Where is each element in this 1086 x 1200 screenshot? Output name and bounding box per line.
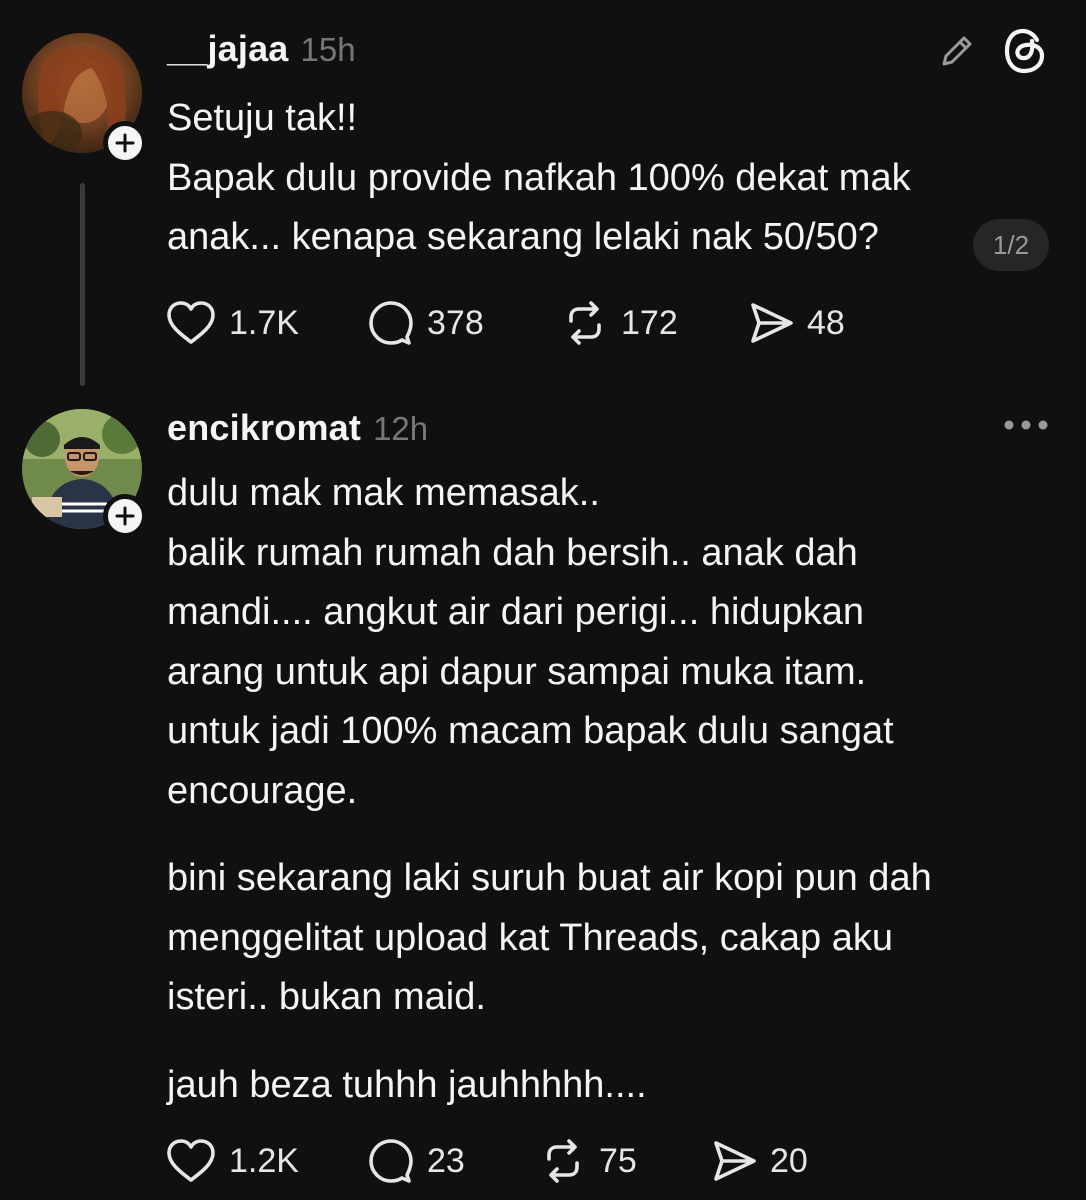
username[interactable]: __jajaa xyxy=(167,28,289,70)
post-line: encourage. xyxy=(167,769,358,812)
post-jajaa: __jajaa 15h Setuju tak!! Bapak dulu prov… xyxy=(0,0,1086,400)
reply-count: 378 xyxy=(427,303,484,342)
post-line: Bapak dulu provide nafkah 100% dekat mak xyxy=(167,156,911,199)
edit-button[interactable] xyxy=(934,28,980,74)
threads-logo-icon xyxy=(1004,28,1045,74)
repost-icon xyxy=(569,301,601,345)
post-header: __jajaa 15h xyxy=(167,28,356,70)
thread-connector-line xyxy=(80,183,85,386)
post-line: dulu mak mak memasak.. xyxy=(167,472,600,514)
post-header: encikromat 12h xyxy=(167,407,428,449)
post-line: isteri.. bukan maid. xyxy=(167,976,486,1018)
share-button[interactable]: 48 xyxy=(747,298,845,348)
post-body: dulu mak mak memasak.. balik rumah rumah… xyxy=(167,464,1057,1115)
post-line: Setuju tak!! xyxy=(167,97,358,139)
share-button[interactable]: 20 xyxy=(710,1136,808,1186)
post-body: Setuju tak!! Bapak dulu provide nafkah 1… xyxy=(167,89,1057,268)
timestamp: 15h xyxy=(300,31,356,68)
send-icon xyxy=(751,303,793,343)
heart-icon xyxy=(167,1139,215,1182)
post-line: mandi.... angkut air dari perigi... hidu… xyxy=(167,591,865,633)
plus-icon xyxy=(115,506,135,526)
follow-button[interactable] xyxy=(103,494,147,538)
more-options-button[interactable] xyxy=(1000,410,1052,440)
repost-icon xyxy=(547,1139,579,1183)
username[interactable]: encikromat xyxy=(167,407,361,449)
like-count: 1.2K xyxy=(229,1141,299,1180)
like-count: 1.7K xyxy=(229,303,299,342)
follow-button[interactable] xyxy=(103,121,147,165)
repost-count: 75 xyxy=(599,1141,637,1180)
post-line: menggelitat upload kat Threads, cakap ak… xyxy=(167,916,893,959)
share-count: 20 xyxy=(770,1141,808,1180)
post-encikromat: encikromat 12h dulu mak mak memasak.. ba… xyxy=(0,400,1086,1200)
post-line: untuk jadi 100% macam bapak dulu sangat xyxy=(167,710,894,752)
threads-logo[interactable] xyxy=(999,25,1051,77)
comment-icon xyxy=(369,301,413,345)
repost-button[interactable]: 75 xyxy=(539,1136,637,1186)
more-options-icon xyxy=(1004,420,1048,430)
timestamp: 12h xyxy=(373,410,429,447)
heart-icon xyxy=(167,301,215,344)
share-count: 48 xyxy=(807,303,845,342)
like-button[interactable]: 1.7K xyxy=(165,298,299,348)
post-line: balik rumah rumah dah bersih.. anak dah xyxy=(167,531,858,574)
post-line: jauh beza tuhhh jauhhhhh.... xyxy=(167,1063,647,1106)
comment-icon xyxy=(369,1139,413,1183)
pencil-icon xyxy=(942,36,972,66)
like-button[interactable]: 1.2K xyxy=(165,1136,299,1186)
repost-button[interactable]: 172 xyxy=(561,298,678,348)
post-line: arang untuk api dapur sampai muka itam. xyxy=(167,650,867,693)
thread-page-indicator: 1/2 xyxy=(973,219,1049,271)
reply-count: 23 xyxy=(427,1141,465,1180)
repost-count: 172 xyxy=(621,303,678,342)
reply-button[interactable]: 378 xyxy=(367,298,484,348)
send-icon xyxy=(714,1141,756,1181)
post-line: anak... kenapa sekarang lelaki nak 50/50… xyxy=(167,216,879,258)
post-line: bini sekarang laki suruh buat air kopi p… xyxy=(167,857,932,899)
plus-icon xyxy=(115,133,135,153)
reply-button[interactable]: 23 xyxy=(367,1136,465,1186)
